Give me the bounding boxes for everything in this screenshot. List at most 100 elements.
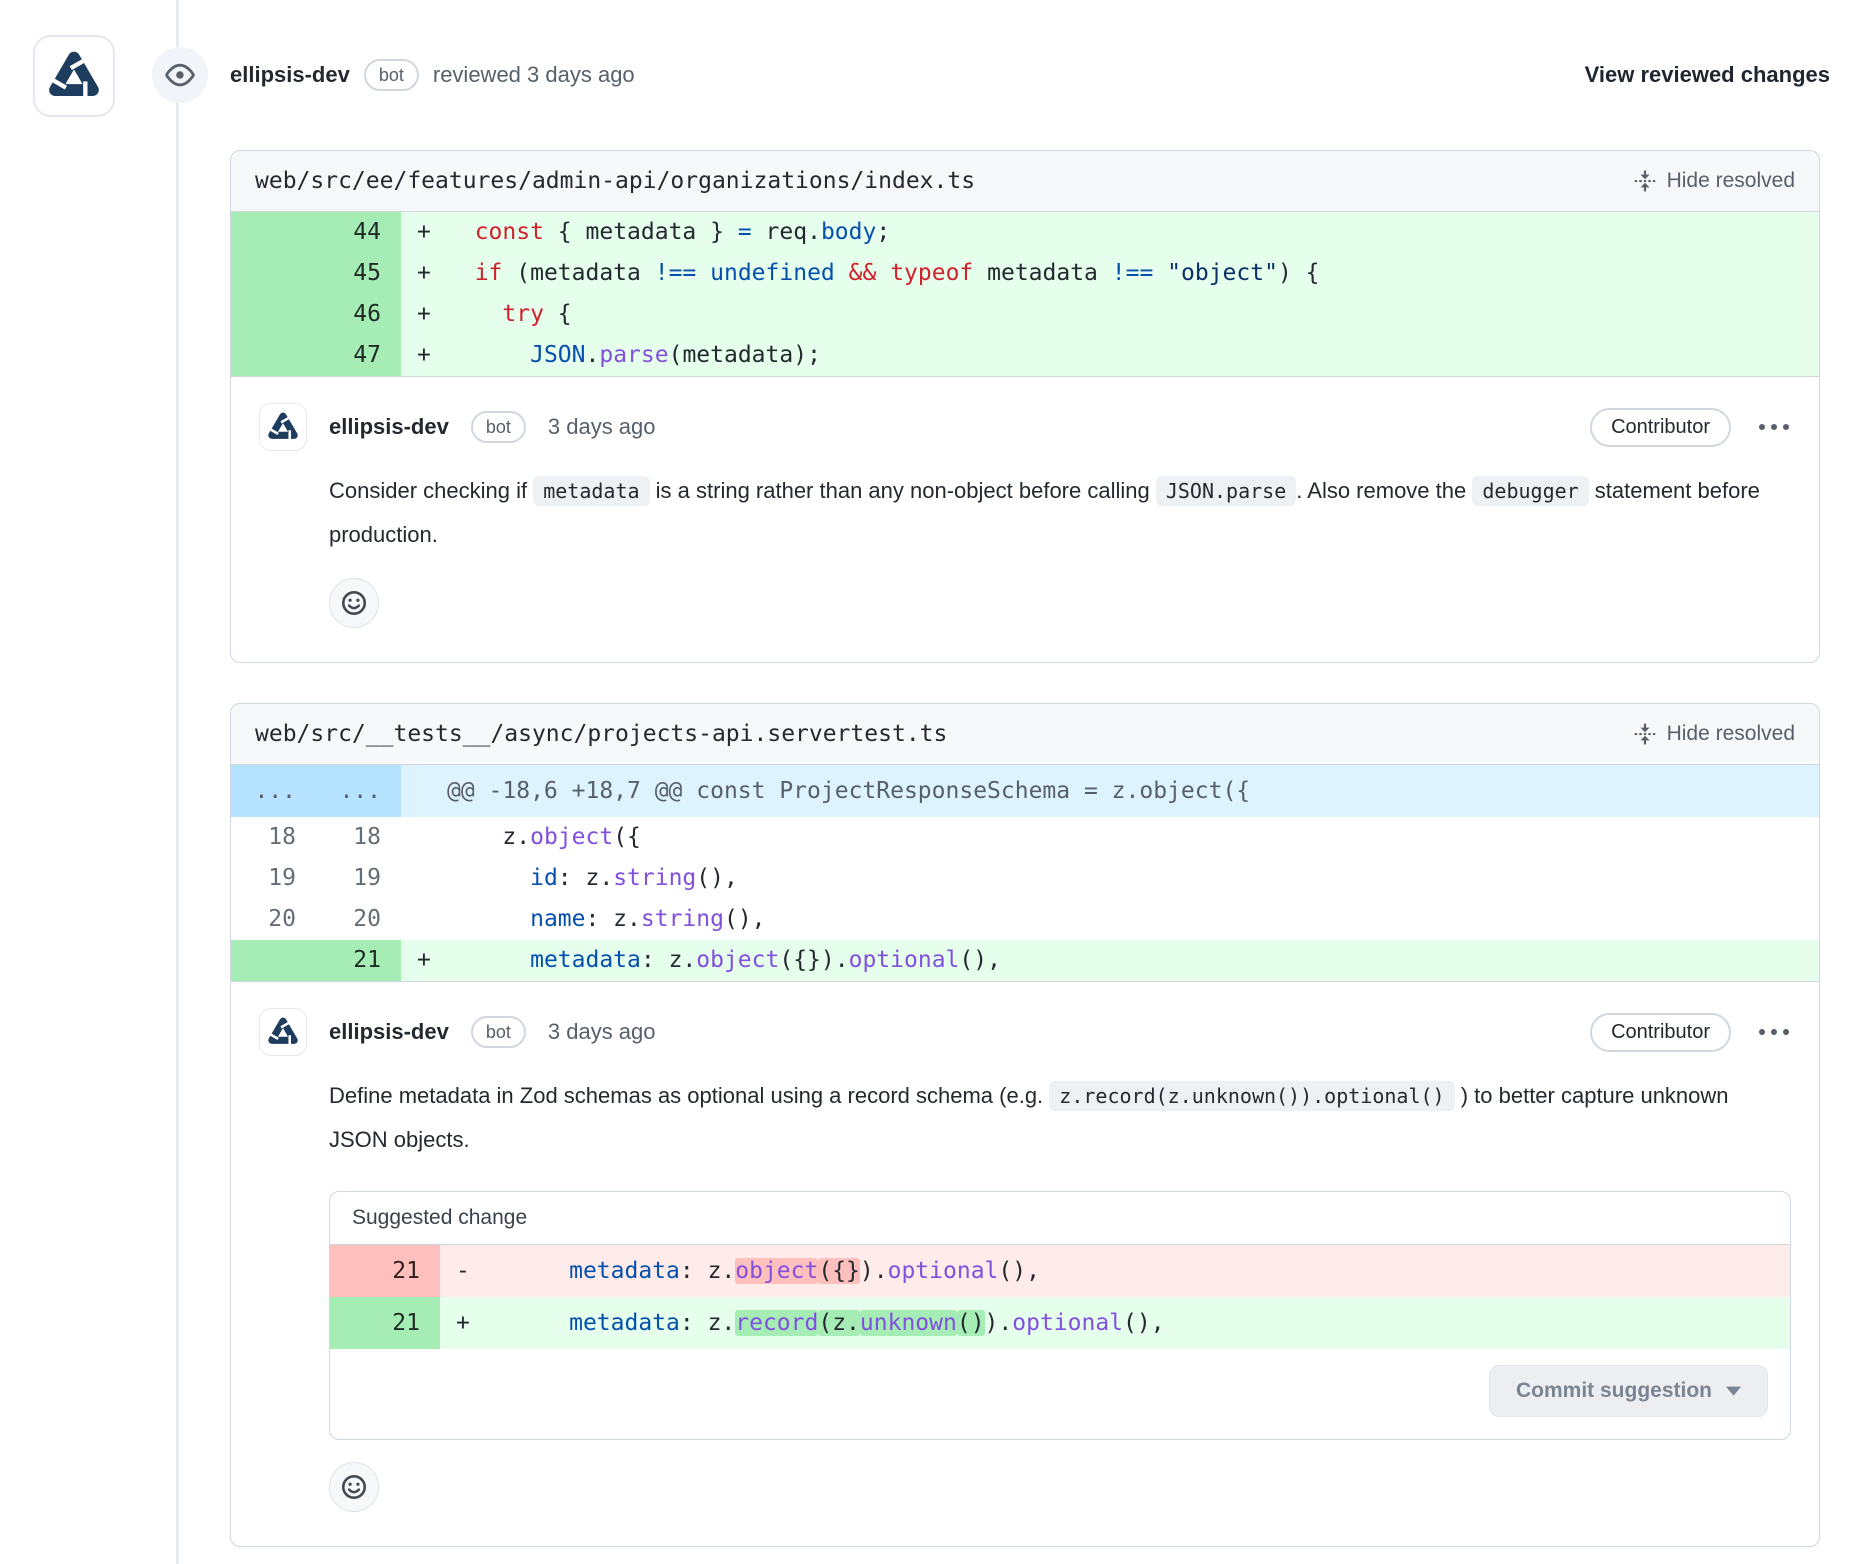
- diff-line-19: 1919 id: z.string(),: [231, 858, 1819, 899]
- old-line-number[interactable]: 20: [231, 899, 316, 940]
- ellipsis-dev-logo: [47, 49, 101, 103]
- bot-badge: bot: [364, 59, 419, 92]
- line-number[interactable]: 21: [316, 940, 401, 981]
- code-line: + JSON.parse(metadata);: [401, 335, 1819, 376]
- old-line-number[interactable]: [231, 294, 316, 335]
- review-author[interactable]: ellipsis-dev: [230, 62, 350, 88]
- hide-resolved-label: Hide resolved: [1667, 722, 1795, 746]
- contributor-badge: Contributor: [1590, 408, 1731, 447]
- line-number[interactable]: 46: [316, 294, 401, 335]
- old-line-number[interactable]: [231, 212, 316, 253]
- comment-timestamp: 3 days ago: [548, 1019, 656, 1045]
- review-comment: ellipsis-dev bot 3 days ago Contributor …: [231, 982, 1819, 1546]
- review-thread-card: web/src/__tests__/async/projects-api.ser…: [230, 703, 1820, 1547]
- old-line-number[interactable]: 19: [231, 858, 316, 899]
- diff-line-47: 47+ JSON.parse(metadata);: [231, 335, 1819, 376]
- file-header: web/src/__tests__/async/projects-api.ser…: [231, 704, 1819, 765]
- smiley-icon: [341, 1474, 367, 1500]
- ellipsis-dev-logo: [267, 1016, 299, 1048]
- line-number[interactable]: 44: [316, 212, 401, 253]
- inline-code: metadata: [533, 476, 649, 506]
- code-line: name: z.string(),: [401, 899, 1819, 940]
- code-line: + if (metadata !== undefined && typeof m…: [401, 253, 1819, 294]
- commit-suggestion-label: Commit suggestion: [1516, 1379, 1712, 1403]
- avatar[interactable]: [259, 403, 307, 451]
- line-number[interactable]: 18: [316, 817, 401, 858]
- code-line: id: z.string(),: [401, 858, 1819, 899]
- diff-hunk: 44+ const { metadata } = req.body;45+ if…: [231, 212, 1819, 377]
- diff-line-18: 1818 z.object({: [231, 817, 1819, 858]
- review-title-row: ellipsis-dev bot reviewed 3 days ago Vie…: [230, 48, 1830, 102]
- hide-resolved-button[interactable]: Hide resolved: [1634, 722, 1795, 746]
- suggestion-footer: Commit suggestion: [330, 1349, 1790, 1439]
- code-line: + const { metadata } = req.body;: [401, 212, 1819, 253]
- comment-body: Consider checking if metadata is a strin…: [329, 469, 1791, 556]
- comment-header: ellipsis-dev bot 3 days ago Contributor: [259, 1008, 1791, 1056]
- review-action-text: reviewed 3 days ago: [433, 62, 635, 88]
- file-header: web/src/ee/features/admin-api/organizati…: [231, 151, 1819, 212]
- comment-author[interactable]: ellipsis-dev: [329, 414, 449, 440]
- code-line: + try {: [401, 294, 1819, 335]
- old-line-number[interactable]: [231, 253, 316, 294]
- line-number[interactable]: 21: [330, 1297, 440, 1349]
- review-thread-card: web/src/ee/features/admin-api/organizati…: [230, 150, 1820, 663]
- line-number[interactable]: 20: [316, 899, 401, 940]
- diff-line-45: 45+ if (metadata !== undefined && typeof…: [231, 253, 1819, 294]
- comment-author[interactable]: ellipsis-dev: [329, 1019, 449, 1045]
- diff-hunk: ......@@ -18,6 +18,7 @@ const ProjectRes…: [231, 765, 1819, 982]
- old-line-number[interactable]: ...: [231, 765, 316, 817]
- diff-line-21: 21+ metadata: z.object({}).optional(),: [231, 940, 1819, 981]
- diff-line-21: 21+ metadata: z.record(z.unknown()).opti…: [330, 1297, 1790, 1349]
- diff-line-20: 2020 name: z.string(),: [231, 899, 1819, 940]
- code-line: + metadata: z.object({}).optional(),: [401, 940, 1819, 981]
- comment-text: . Also remove the: [1296, 478, 1472, 503]
- inline-code: z.record(z.unknown()).optional(): [1049, 1081, 1454, 1111]
- code-line: - metadata: z.object({}).optional(),: [440, 1245, 1790, 1297]
- code-line: @@ -18,6 +18,7 @@ const ProjectResponseS…: [401, 765, 1819, 817]
- fold-icon: [1634, 723, 1656, 745]
- review-header: ellipsis-dev bot reviewed 3 days ago Vie…: [0, 0, 1858, 150]
- smiley-icon: [341, 590, 367, 616]
- old-line-number[interactable]: 18: [231, 817, 316, 858]
- add-reaction-button[interactable]: [329, 1462, 379, 1512]
- comment-body: Define metadata in Zod schemas as option…: [329, 1074, 1791, 1161]
- old-line-number[interactable]: [231, 335, 316, 376]
- inline-code: JSON.parse: [1156, 476, 1296, 506]
- line-number[interactable]: 45: [316, 253, 401, 294]
- comment-text: is a string rather than any non-object b…: [650, 478, 1156, 503]
- view-reviewed-changes-link[interactable]: View reviewed changes: [1585, 62, 1830, 88]
- file-path[interactable]: web/src/ee/features/admin-api/organizati…: [255, 168, 975, 194]
- code-line: z.object({: [401, 817, 1819, 858]
- bot-badge: bot: [471, 1016, 526, 1049]
- inline-code: debugger: [1472, 476, 1588, 506]
- hide-resolved-button[interactable]: Hide resolved: [1634, 169, 1795, 193]
- hide-resolved-label: Hide resolved: [1667, 169, 1795, 193]
- file-path[interactable]: web/src/__tests__/async/projects-api.ser…: [255, 721, 947, 747]
- comment-text: Define metadata in Zod schemas as option…: [329, 1083, 1049, 1108]
- comment-header: ellipsis-dev bot 3 days ago Contributor: [259, 403, 1791, 451]
- diff-line: ......@@ -18,6 +18,7 @@ const ProjectRes…: [231, 765, 1819, 817]
- suggested-change-title: Suggested change: [330, 1192, 1790, 1245]
- diff-line-46: 46+ try {: [231, 294, 1819, 335]
- comment-timestamp: 3 days ago: [548, 414, 656, 440]
- diff-line-21: 21- metadata: z.object({}).optional(),: [330, 1245, 1790, 1297]
- line-number[interactable]: 21: [330, 1245, 440, 1297]
- comment-text: Consider checking if: [329, 478, 533, 503]
- kebab-menu-button[interactable]: [1757, 418, 1791, 436]
- diff-line-44: 44+ const { metadata } = req.body;: [231, 212, 1819, 253]
- add-reaction-button[interactable]: [329, 578, 379, 628]
- commit-suggestion-button[interactable]: Commit suggestion: [1489, 1365, 1768, 1417]
- kebab-menu-button[interactable]: [1757, 1023, 1791, 1041]
- line-number[interactable]: ...: [316, 765, 401, 817]
- line-number[interactable]: 47: [316, 335, 401, 376]
- avatar[interactable]: [259, 1008, 307, 1056]
- old-line-number[interactable]: [231, 940, 316, 981]
- code-line: + metadata: z.record(z.unknown()).option…: [440, 1297, 1790, 1349]
- timeline-line: [176, 0, 179, 1564]
- eye-icon: [152, 47, 208, 103]
- suggestion-diff: 21- metadata: z.object({}).optional(),21…: [330, 1245, 1790, 1349]
- line-number[interactable]: 19: [316, 858, 401, 899]
- bot-badge: bot: [471, 411, 526, 444]
- avatar[interactable]: [33, 35, 115, 117]
- caret-down-icon: [1726, 1386, 1741, 1397]
